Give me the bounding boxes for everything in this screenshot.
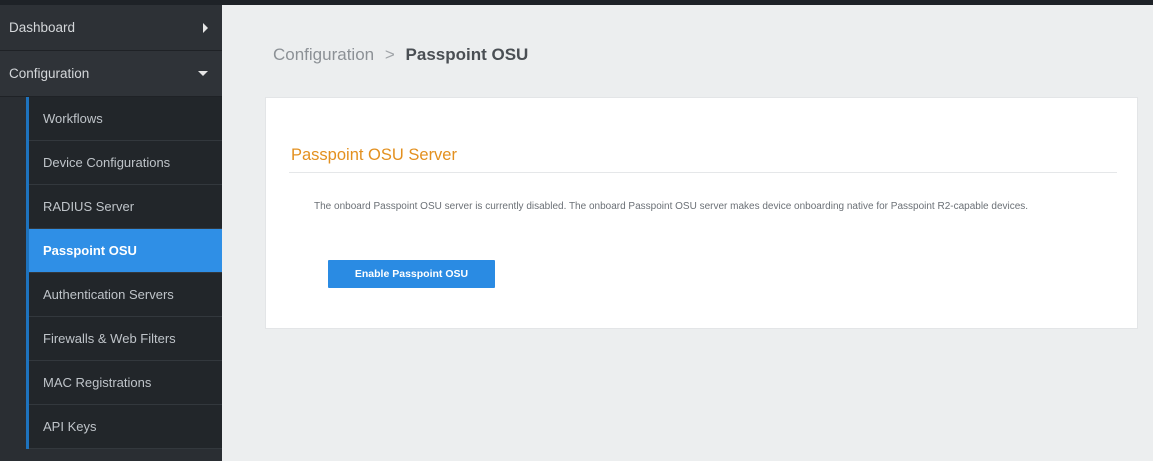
sidebar-item-label: Configuration	[9, 66, 90, 81]
sidebar-item-radius-server[interactable]: RADIUS Server	[29, 185, 222, 229]
sidebar-item-label: Workflows	[43, 111, 103, 126]
breadcrumb-parent[interactable]: Configuration	[273, 45, 374, 64]
card-divider	[289, 172, 1117, 173]
sidebar-item-api-keys[interactable]: API Keys	[29, 405, 222, 449]
card-title: Passpoint OSU Server	[291, 146, 457, 164]
sidebar-item-label: MAC Registrations	[43, 375, 152, 390]
caret-down-icon	[198, 71, 208, 76]
sidebar-item-authentication-servers[interactable]: Authentication Servers	[29, 273, 222, 317]
breadcrumb-separator: >	[384, 45, 395, 64]
sidebar-item-configuration[interactable]: Configuration	[0, 51, 222, 97]
passpoint-osu-card: Passpoint OSU Server The onboard Passpoi…	[265, 97, 1138, 329]
app-frame: Dashboard Configuration Workflows Device…	[0, 0, 1153, 461]
breadcrumb: Configuration > Passpoint OSU	[273, 45, 528, 65]
sidebar-item-firewalls-web-filters[interactable]: Firewalls & Web Filters	[29, 317, 222, 361]
enable-passpoint-osu-button[interactable]: Enable Passpoint OSU	[328, 260, 495, 288]
sidebar-item-label: Device Configurations	[43, 155, 171, 170]
configuration-submenu: Workflows Device Configurations RADIUS S…	[26, 97, 222, 449]
sidebar-item-label: Dashboard	[9, 20, 76, 35]
sidebar-item-mac-registrations[interactable]: MAC Registrations	[29, 361, 222, 405]
sidebar-item-label: API Keys	[43, 419, 97, 434]
main-content: Configuration > Passpoint OSU Passpoint …	[222, 5, 1153, 461]
caret-right-icon	[203, 22, 208, 33]
sidebar-item-workflows[interactable]: Workflows	[29, 97, 222, 141]
sidebar-item-label: RADIUS Server	[43, 199, 135, 214]
sidebar-item-device-configurations[interactable]: Device Configurations	[29, 141, 222, 185]
card-description: The onboard Passpoint OSU server is curr…	[314, 201, 1029, 212]
sidebar: Dashboard Configuration Workflows Device…	[0, 5, 222, 461]
sidebar-item-label: Passpoint OSU	[43, 243, 137, 258]
breadcrumb-current: Passpoint OSU	[405, 45, 529, 64]
sidebar-item-label: Authentication Servers	[43, 287, 174, 302]
sidebar-item-passpoint-osu[interactable]: Passpoint OSU	[29, 229, 222, 273]
sidebar-item-label: Firewalls & Web Filters	[43, 331, 176, 346]
sidebar-item-dashboard[interactable]: Dashboard	[0, 5, 222, 51]
